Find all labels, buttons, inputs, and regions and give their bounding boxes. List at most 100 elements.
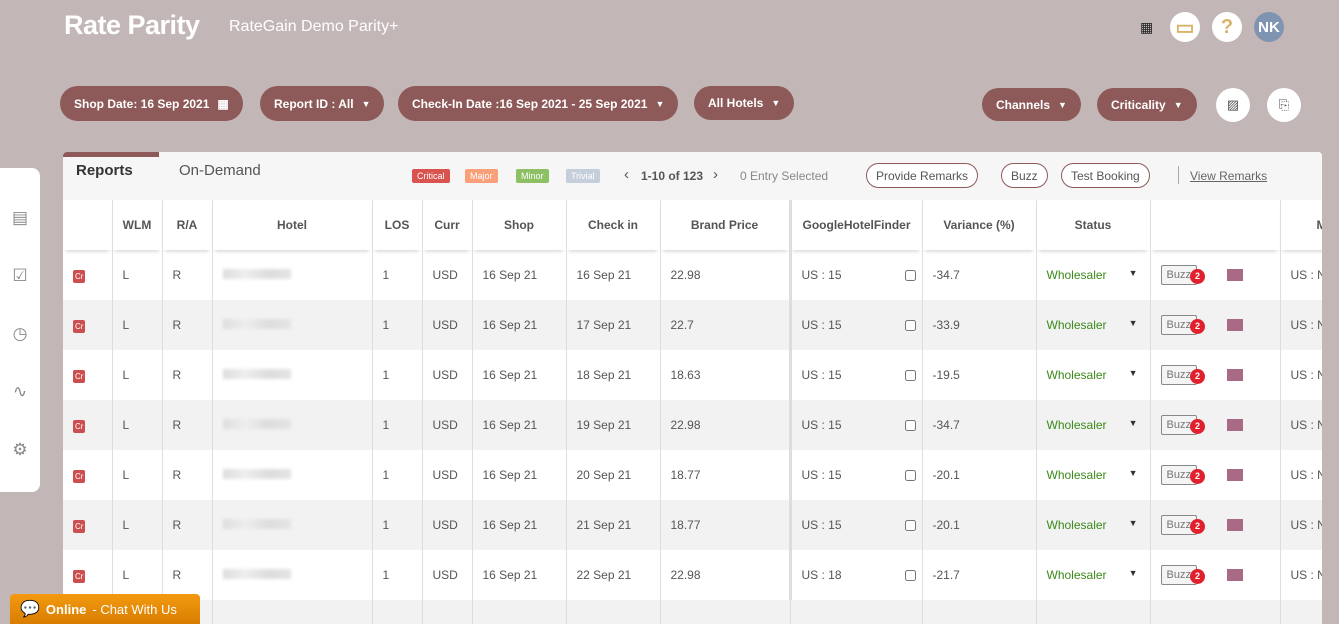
caret-down-icon[interactable]: ▼ (1129, 518, 1138, 528)
row-buzz-button[interactable]: Buzz 2 (1160, 515, 1205, 535)
reports-icon[interactable]: ☑ (10, 266, 30, 286)
app-logo[interactable]: Rate Parity (64, 10, 200, 41)
cell-var: -34.7 (932, 418, 960, 432)
feedback-icon[interactable]: ▭ (1170, 12, 1200, 42)
cell-ghf[interactable]: US : 15 (802, 418, 842, 432)
test-booking-button[interactable]: Test Booking (1061, 163, 1150, 188)
apps-grid-icon[interactable]: ▦ (1140, 20, 1158, 34)
entry-selected: 0 Entry Selected (740, 169, 829, 183)
criticality-label: Criticality (1111, 97, 1166, 112)
channels-filter[interactable]: Channels ▼ (982, 88, 1081, 121)
cell-ghf[interactable]: US : 15 (802, 268, 842, 282)
reports-panel: Reports On-Demand Critical Major Minor T… (63, 152, 1322, 624)
row-buzz-button[interactable]: Buzz 2 (1160, 415, 1205, 435)
report-id-filter[interactable]: Report ID : All ▼ (260, 86, 385, 121)
criticality-filter[interactable]: Criticality ▼ (1097, 88, 1197, 121)
shop-date-filter[interactable]: Shop Date: 16 Sep 2021 ▦ (60, 86, 243, 121)
table-row[interactable]: Cr L R 1 USD 16 Sep 21 18 Sep 21 18.63 US : 15 -1… (63, 350, 1322, 400)
buzz-button[interactable]: Buzz (1001, 163, 1048, 188)
tab-reports[interactable]: Reports (63, 152, 159, 179)
row-checkbox[interactable] (904, 420, 916, 431)
row-checkbox[interactable] (904, 320, 916, 331)
status-select[interactable]: Wholesaler (1047, 318, 1107, 332)
cell-ghf[interactable]: US : 15 (802, 518, 842, 532)
column-header: Shop (472, 200, 567, 250)
row-checkbox[interactable] (904, 370, 916, 381)
view-remarks-link[interactable]: View Remarks (1190, 169, 1267, 183)
buzz-label: Buzz (1166, 419, 1191, 431)
row-checkbox[interactable] (904, 520, 916, 531)
mail-icon[interactable] (1226, 518, 1243, 531)
cell-ghf[interactable]: US : 15 (802, 368, 842, 382)
status-select[interactable]: Wholesaler (1047, 468, 1107, 482)
cell-curr: USD (432, 318, 458, 332)
chat-widget[interactable]: 💬 Online - Chat With Us (10, 594, 200, 624)
status-select[interactable]: Wholesaler (1047, 518, 1107, 532)
caret-down-icon[interactable]: ▼ (1129, 418, 1138, 428)
provide-remarks-button[interactable]: Provide Remarks (866, 163, 979, 188)
prev-page-icon[interactable]: ‹ (624, 166, 629, 183)
caret-down-icon[interactable]: ▼ (1129, 318, 1138, 328)
row-buzz-button[interactable]: Buzz 2 (1160, 465, 1205, 485)
cell-ghf[interactable]: US : 18 (802, 568, 842, 582)
dashboard-icon[interactable]: ▤ (10, 208, 30, 228)
row-buzz-button[interactable]: Buzz 2 (1160, 265, 1205, 285)
report-id-label: Report ID : All (274, 96, 354, 111)
row-buzz-button[interactable]: Buzz 2 (1160, 315, 1205, 335)
mail-icon[interactable] (1226, 268, 1243, 281)
workflow-icon[interactable]: ∿ (10, 382, 30, 402)
schedule-icon[interactable]: ◷ (10, 324, 30, 344)
row-checkbox[interactable] (904, 570, 916, 581)
table-row[interactable]: Cr L R 1 USD 16 Sep 21 21 Sep 21 18.77 US : 15 -2… (63, 500, 1322, 550)
cell-curr: USD (432, 268, 458, 282)
checkin-label: Check-In Date :16 Sep 2021 - 25 Sep 2021 (412, 96, 648, 111)
cell-ghf[interactable]: US : 15 (802, 468, 842, 482)
table-row[interactable]: Cr L R 1 USD 16 Sep 21 22 Sep 21 22.98 US : 18 -2… (63, 550, 1322, 600)
cell-wlm: L (122, 518, 130, 532)
row-buzz-button[interactable]: Buzz 2 (1160, 365, 1205, 385)
table-row[interactable] (63, 600, 1322, 624)
mail-icon[interactable] (1226, 318, 1243, 331)
mail-icon[interactable] (1226, 418, 1243, 431)
status-select[interactable]: Wholesaler (1047, 368, 1107, 382)
criticality-badge: Cr (73, 369, 86, 383)
buzz-label: Buzz (1166, 519, 1191, 531)
row-checkbox[interactable] (904, 470, 916, 481)
pagination: 1-10 of 123 (641, 169, 704, 183)
criticality-badge: Cr (73, 319, 86, 333)
buzz-count-badge: 2 (1189, 419, 1205, 434)
pdf-export-icon[interactable]: ⎘ (1267, 88, 1301, 122)
legend-minor: Minor (516, 169, 549, 183)
caret-down-icon[interactable]: ▼ (1129, 568, 1138, 578)
cell-checkin: 17 Sep 21 (576, 318, 632, 332)
caret-down-icon[interactable]: ▼ (1129, 268, 1138, 278)
status-select[interactable]: Wholesaler (1047, 568, 1107, 582)
caret-down-icon[interactable]: ▼ (1129, 368, 1138, 378)
cell-m: US : N (1290, 568, 1323, 582)
row-buzz-button[interactable]: Buzz 2 (1160, 565, 1205, 585)
mail-icon[interactable] (1226, 468, 1243, 481)
buzz-label: Buzz (1166, 369, 1191, 381)
hotels-filter[interactable]: All Hotels ▼ (694, 86, 795, 120)
mail-icon[interactable] (1226, 568, 1243, 581)
cell-ghf[interactable]: US : 15 (802, 318, 842, 332)
avatar[interactable]: NK (1254, 12, 1284, 42)
help-icon[interactable]: ? (1212, 12, 1242, 42)
image-export-icon[interactable]: ▨ (1216, 88, 1250, 122)
table-row[interactable]: Cr L R 1 USD 16 Sep 21 16 Sep 21 22.98 US : 15 -3… (63, 250, 1322, 300)
status-select[interactable]: Wholesaler (1047, 418, 1107, 432)
settings-icon[interactable]: ⚙ (10, 440, 30, 460)
table-row[interactable]: Cr L R 1 USD 16 Sep 21 17 Sep 21 22.7 US : 15 -33… (63, 300, 1322, 350)
next-page-icon[interactable]: › (713, 166, 718, 183)
table-row[interactable]: Cr L R 1 USD 16 Sep 21 20 Sep 21 18.77 US : 15 -2… (63, 450, 1322, 500)
tab-on-demand[interactable]: On-Demand (179, 162, 261, 179)
row-checkbox[interactable] (904, 270, 916, 281)
cell-ra: R (172, 318, 182, 332)
mail-icon[interactable] (1226, 368, 1243, 381)
table-row[interactable]: Cr L R 1 USD 16 Sep 21 19 Sep 21 22.98 US : 15 -3… (63, 400, 1322, 450)
checkin-date-filter[interactable]: Check-In Date :16 Sep 2021 - 25 Sep 2021… (398, 86, 679, 121)
caret-down-icon[interactable]: ▼ (1129, 468, 1138, 478)
status-select[interactable]: Wholesaler (1047, 268, 1107, 282)
cell-shop: 16 Sep 21 (482, 518, 538, 532)
buzz-count-badge: 2 (1189, 319, 1205, 334)
